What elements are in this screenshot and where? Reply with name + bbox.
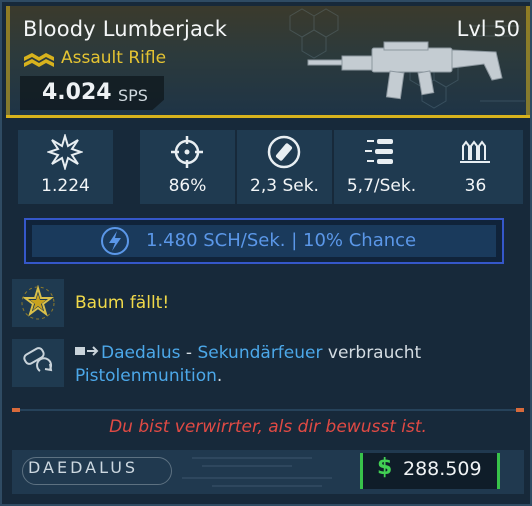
manufacturer-link: Daedalus: [101, 343, 181, 363]
bullet-arrow-icon: [75, 346, 99, 356]
currency-icon: $: [377, 455, 393, 480]
stat-damage: 1.224: [18, 130, 113, 204]
perk-verb: verbraucht: [322, 343, 422, 363]
perk-icon-box: [12, 279, 64, 327]
perk-end: .: [216, 366, 223, 386]
perk-name: Baum fällt!: [75, 293, 170, 313]
stat-value: 1.224: [41, 176, 90, 196]
weapon-name: Bloody Lumberjack: [23, 17, 228, 41]
weapon-header: Bloody Lumberjack Lvl 50 Assault Rifle 4…: [6, 6, 530, 118]
crosshair-icon: [171, 136, 203, 168]
lightning-shock-icon: [101, 227, 129, 255]
price-value: 288.509: [403, 458, 482, 480]
manufacturer-logo: DAEDALUS: [28, 458, 139, 477]
perk-description-line2: Pistolenmunition.: [75, 366, 222, 386]
elemental-effect-text: 1.480 SCH/Sek. | 10% Chance: [146, 230, 417, 251]
weapon-type: Assault Rifle: [61, 48, 167, 68]
sps-unit: SPS: [118, 86, 148, 105]
assault-rifle-icon: [307, 41, 503, 100]
section-divider: [12, 408, 524, 412]
flavor-text: Du bist verwirrter, als dir bewusst ist.: [109, 417, 427, 437]
secondary-fire-term: Sekundärfeuer: [197, 343, 323, 363]
weapon-card: Bloody Lumberjack Lvl 50 Assault Rifle 4…: [0, 0, 532, 506]
stat-fire-rate: 5,7/Sek.: [334, 130, 429, 204]
perk-separator: -: [180, 343, 198, 363]
damage-burst-icon: [47, 134, 83, 170]
star-badge-icon: [21, 285, 55, 320]
stat-accuracy: 86%: [140, 130, 235, 204]
price-box: $ 288.509: [360, 453, 500, 489]
stat-magazine: 36: [428, 130, 523, 204]
sps-value: 4.024: [42, 80, 112, 105]
stat-value: 36: [464, 176, 487, 196]
perk-description-line1: Daedalus - Sekundärfeuer verbraucht: [75, 343, 421, 363]
stat-value: 5,7/Sek.: [346, 176, 417, 196]
ammo-type-term: Pistolenmunition: [75, 366, 217, 386]
ammo-swap-icon: [23, 347, 53, 372]
stat-value: 2,3 Sek.: [250, 176, 319, 196]
reload-timer-icon: [267, 135, 301, 169]
magazine-icon: [460, 140, 490, 163]
rarity-chevron-icon: [24, 53, 54, 67]
fire-rate-icon: [365, 139, 393, 164]
perk-icon-box: [12, 339, 64, 387]
stat-reload: 2,3 Sek.: [237, 130, 332, 204]
header-left-edge: [6, 6, 10, 115]
elemental-effect-bar: 1.480 SCH/Sek. | 10% Chance: [24, 218, 504, 264]
stat-value: 86%: [168, 176, 207, 196]
